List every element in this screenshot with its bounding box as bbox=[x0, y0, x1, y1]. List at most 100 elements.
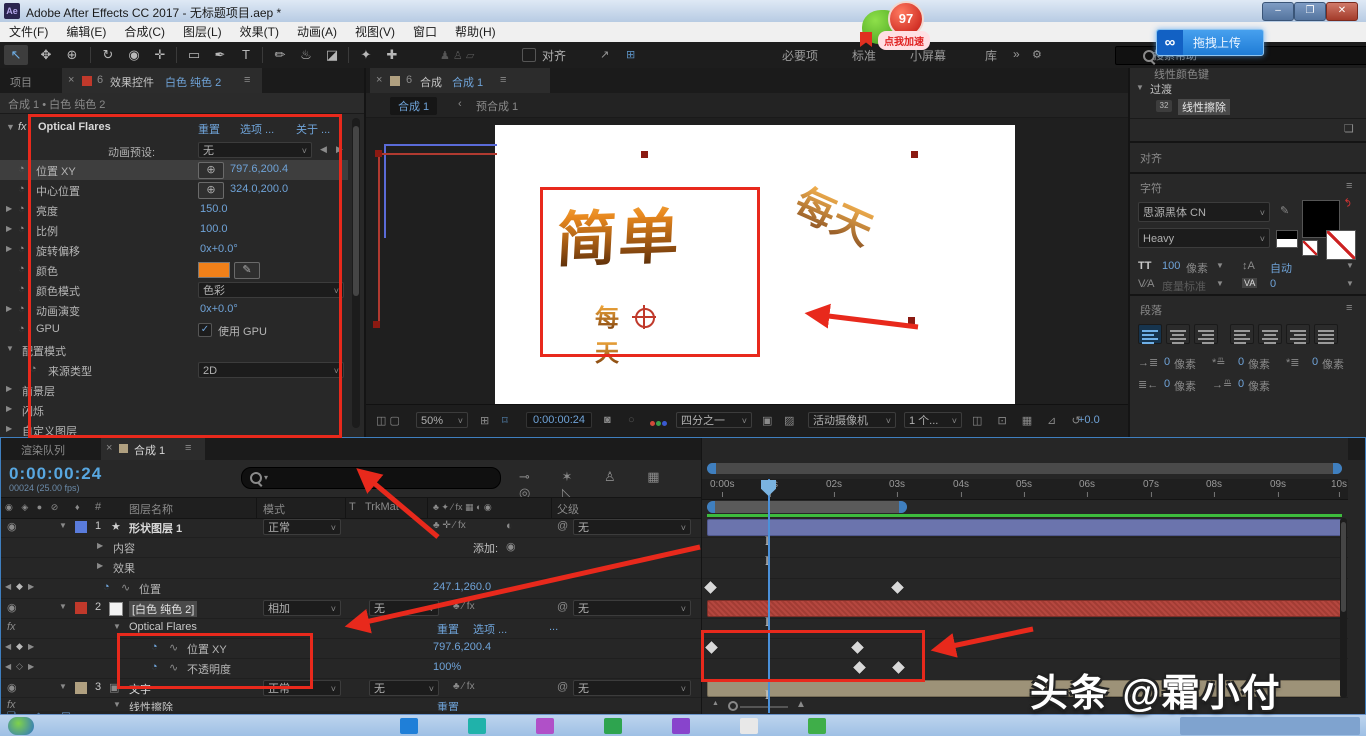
gpu-checkbox[interactable]: ✓ bbox=[198, 323, 212, 337]
expand-icon[interactable]: ▶ bbox=[97, 561, 103, 570]
label-color-swatch[interactable] bbox=[75, 682, 87, 694]
mode-header[interactable]: 模式 bbox=[263, 501, 285, 517]
expand-icon[interactable]: ▶ bbox=[6, 244, 12, 253]
indent-left-value[interactable]: 0 bbox=[1164, 356, 1170, 368]
snapshot-icon[interactable]: ◙ bbox=[604, 414, 611, 426]
scrollbar-thumb[interactable] bbox=[1341, 522, 1346, 612]
align-panel-title[interactable]: 对齐 bbox=[1140, 150, 1162, 166]
taskbar-icon[interactable] bbox=[536, 718, 554, 734]
layer-handle[interactable] bbox=[641, 151, 648, 158]
stamp-tool-icon[interactable]: ♨ bbox=[294, 45, 318, 65]
font-family-dropdown[interactable]: 思源黑体 CN˅ bbox=[1138, 202, 1270, 222]
property-row[interactable]: ◔ 来源类型 2D˅ bbox=[0, 360, 348, 380]
expand-icon[interactable]: ▶ bbox=[6, 224, 12, 233]
expand-icon[interactable]: ▶ bbox=[6, 404, 12, 413]
active-camera-dropdown[interactable]: 活动摄像机˅ bbox=[808, 412, 896, 428]
preset-next-icon[interactable]: ▶ bbox=[336, 144, 343, 155]
parent-pickwhip-icon[interactable]: @ bbox=[557, 601, 568, 613]
dropdown-caret[interactable]: ▼ bbox=[1346, 261, 1354, 270]
property-label[interactable]: 位置 bbox=[139, 581, 161, 597]
property-value[interactable]: 100.0 bbox=[200, 223, 228, 235]
effect-center-crosshair[interactable] bbox=[635, 308, 655, 328]
property-row[interactable]: ◀ ◆ ▶ ◔ ∿ 位置 XY 797.6,200.4 bbox=[1, 638, 701, 658]
expand-icon[interactable]: ▶ bbox=[97, 541, 103, 550]
dropdown-caret[interactable]: ▼ bbox=[1346, 279, 1354, 288]
add-keyframe-icon[interactable]: ◇ bbox=[16, 661, 23, 672]
dropdown-caret[interactable]: ▼ bbox=[1216, 279, 1224, 288]
property-row[interactable]: ▶ ◔ 旋转偏移 0x+0.0° bbox=[0, 240, 348, 260]
space-after-value[interactable]: 0 bbox=[1238, 378, 1244, 390]
expand-icon[interactable]: ▼ bbox=[6, 344, 14, 353]
property-label[interactable]: 不透明度 bbox=[187, 661, 231, 677]
expand-icon[interactable]: ▼ bbox=[113, 622, 121, 631]
keyframe-diamond[interactable] bbox=[851, 641, 864, 654]
drag-upload-button[interactable]: ∞ 拖拽上传 bbox=[1156, 29, 1264, 56]
align-center-button[interactable] bbox=[1166, 324, 1190, 344]
next-keyframe-icon[interactable]: ▶ bbox=[28, 582, 34, 591]
layer-name[interactable]: [白色 纯色 2] bbox=[129, 601, 197, 617]
taskbar-icon[interactable] bbox=[672, 718, 690, 734]
property-group-row[interactable]: ▼ 配置模式 bbox=[0, 340, 348, 360]
parent-pickwhip-icon[interactable]: @ bbox=[557, 520, 568, 532]
property-row[interactable]: ◔ 位置 XY ⊕ 797.6,200.4 bbox=[0, 160, 348, 180]
pen-tool-icon[interactable]: ✒ bbox=[208, 45, 232, 65]
property-value[interactable]: 0x+0.0° bbox=[200, 243, 238, 255]
zoom-in-mountain-icon[interactable]: ▲ bbox=[796, 699, 806, 710]
color-swatch[interactable] bbox=[198, 262, 230, 278]
source-type-dropdown[interactable]: 2D˅ bbox=[198, 362, 344, 378]
font-style-dropdown[interactable]: Heavy˅ bbox=[1138, 228, 1270, 248]
transparency-grid-icon[interactable]: ▨ bbox=[784, 414, 794, 427]
expand-icon[interactable]: ▼ bbox=[59, 682, 67, 691]
property-row[interactable]: ◀ ◆ ▶ ◔ ∿ 位置 247.1,260.0 bbox=[1, 578, 701, 598]
zoom-tool-icon[interactable]: ⊕ bbox=[60, 45, 84, 65]
menu-window[interactable]: 窗口 bbox=[413, 25, 437, 39]
timeline-search-input[interactable]: ▾ bbox=[241, 467, 501, 489]
graph-editor-icon[interactable]: ∿ bbox=[169, 641, 178, 654]
stopwatch-icon[interactable]: ◔ bbox=[18, 303, 25, 315]
panel-menu-icon[interactable]: ≡ bbox=[244, 74, 250, 86]
prev-keyframe-icon[interactable]: ◀ bbox=[5, 582, 11, 591]
point-picker-icon[interactable]: ⊕ bbox=[198, 182, 224, 199]
tracking-value[interactable]: 0 bbox=[1270, 278, 1276, 290]
tab-render-queue[interactable]: 渲染队列 bbox=[21, 442, 65, 458]
current-time-display[interactable]: 0:00:00:24 bbox=[9, 464, 102, 484]
zoom-slider-handle[interactable] bbox=[728, 701, 738, 711]
effect-name[interactable]: Optical Flares bbox=[38, 121, 111, 133]
taskbar-icon[interactable] bbox=[740, 718, 758, 734]
paragraph-panel-title[interactable]: 段落 bbox=[1140, 302, 1162, 318]
property-value[interactable]: 150.0 bbox=[200, 203, 228, 215]
magnification-dropdown[interactable]: 50%˅ bbox=[416, 412, 468, 428]
layer-switches[interactable]: ♣ ⁄ fx bbox=[453, 601, 475, 612]
stopwatch-icon[interactable]: ◔ bbox=[18, 323, 25, 335]
prev-keyframe-icon[interactable]: ◀ bbox=[5, 662, 11, 671]
font-size-value[interactable]: 100 bbox=[1162, 260, 1180, 272]
lock-icon[interactable]: 6 bbox=[406, 74, 412, 86]
rotate-tool-icon[interactable]: ↻ bbox=[96, 45, 120, 65]
workspace-gear-icon[interactable]: ⚙ bbox=[1032, 48, 1042, 61]
graph-editor-icon[interactable]: ∿ bbox=[121, 581, 130, 594]
layer-switches[interactable]: ♣ ✛ ⁄ fx bbox=[433, 520, 466, 531]
eye-icon[interactable]: ◉ bbox=[7, 520, 17, 533]
default-fill-stroke-swatch[interactable] bbox=[1276, 230, 1298, 248]
taskbar-icon[interactable] bbox=[400, 718, 418, 734]
property-value[interactable]: 797.6,200.4 bbox=[230, 163, 288, 175]
label-color-swatch[interactable] bbox=[75, 521, 87, 533]
keyframe-diamond[interactable] bbox=[893, 661, 906, 674]
dropdown-caret[interactable]: ▼ bbox=[1216, 261, 1224, 270]
stopwatch-icon[interactable]: ◔ bbox=[18, 243, 25, 255]
composition-canvas[interactable]: 简单 每天 每天 bbox=[495, 125, 1015, 404]
panel-menu-icon[interactable]: ≡ bbox=[500, 74, 506, 86]
indent-first-value[interactable]: 0 bbox=[1312, 356, 1318, 368]
no-fill-swatch[interactable] bbox=[1302, 240, 1318, 256]
taskbar-icon[interactable] bbox=[604, 718, 622, 734]
stopwatch-icon[interactable]: ◔ bbox=[103, 581, 110, 593]
hand-tool-icon[interactable]: ✥ bbox=[34, 45, 58, 65]
property-row[interactable]: ▶ ◔ 比例 100.0 bbox=[0, 220, 348, 240]
effects-presets-group[interactable]: 过渡 bbox=[1150, 81, 1172, 97]
layer-handle[interactable] bbox=[373, 321, 380, 328]
exposure-value[interactable]: +0.0 bbox=[1078, 414, 1100, 426]
indent-right-value[interactable]: 0 bbox=[1164, 378, 1170, 390]
effect-options-link[interactable]: 选项 ... bbox=[473, 621, 507, 637]
multi-view-icons[interactable]: ◫ ▢ bbox=[376, 414, 400, 427]
menu-composition[interactable]: 合成(C) bbox=[124, 25, 165, 39]
